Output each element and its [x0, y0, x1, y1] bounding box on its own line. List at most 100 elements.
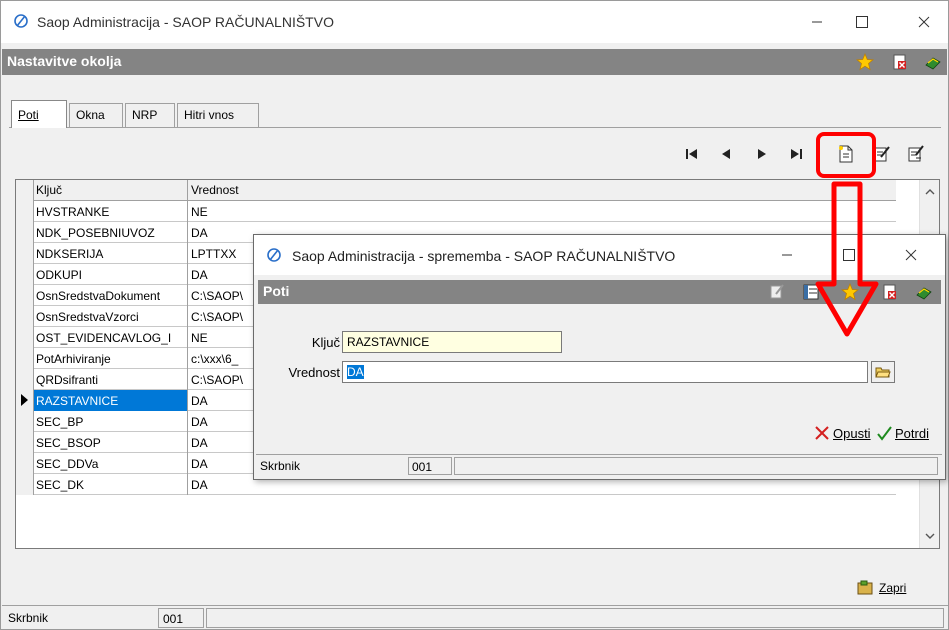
- status-empty-cell: [206, 608, 944, 628]
- close-icon: [918, 16, 930, 28]
- cell-value[interactable]: NE: [188, 201, 896, 222]
- current-row-icon: [21, 394, 28, 406]
- dialog-minimize-button[interactable]: [764, 235, 810, 275]
- cell-key[interactable]: RAZSTAVNICE: [34, 390, 188, 411]
- minimize-button[interactable]: [794, 1, 840, 43]
- section-header-title: Nastavitve okolja: [7, 53, 122, 69]
- red-arrow-annotation: [815, 181, 879, 337]
- tab-nrp[interactable]: NRP: [125, 103, 175, 127]
- cell-key[interactable]: SEC_BSOP: [34, 432, 188, 453]
- row-indicator[interactable]: [16, 369, 34, 390]
- row-indicator-header: [16, 180, 34, 201]
- dialog-status-code: 001: [408, 457, 452, 475]
- edit-pencil-icon: [908, 145, 924, 162]
- row-indicator[interactable]: [16, 411, 34, 432]
- column-header-key[interactable]: Ključ: [34, 180, 188, 201]
- cell-key[interactable]: QRDsifranti: [34, 369, 188, 390]
- cell-key[interactable]: SEC_BP: [34, 411, 188, 432]
- value-label: Vrednost: [288, 365, 340, 380]
- maximize-icon: [856, 16, 868, 28]
- table-row[interactable]: HVSTRANKE NE: [16, 201, 896, 222]
- row-indicator[interactable]: [16, 453, 34, 474]
- cell-key[interactable]: NDKSERIJA: [34, 243, 188, 264]
- cell-key[interactable]: OsnSredstvaDokument: [34, 285, 188, 306]
- grid-header-row: Ključ Vrednost: [16, 180, 896, 201]
- highlight-box: [816, 132, 876, 178]
- saop-logo-icon: [14, 14, 28, 28]
- status-user: Skrbnik: [8, 611, 49, 625]
- next-record-button[interactable]: [751, 143, 773, 165]
- browse-folder-button[interactable]: [871, 361, 895, 383]
- confirm-check-icon: [877, 426, 892, 441]
- tab-hitri-vnos[interactable]: Hitri vnos: [177, 103, 259, 127]
- key-label: Ključ: [311, 335, 340, 350]
- dialog-status-user: Skrbnik: [260, 459, 301, 473]
- close-form-button[interactable]: Zapri: [857, 578, 906, 598]
- column-header-value[interactable]: Vrednost: [188, 180, 896, 201]
- cell-key[interactable]: ODKUPI: [34, 264, 188, 285]
- cancel-x-icon: [815, 426, 829, 440]
- confirm-button[interactable]: Potrdi: [876, 425, 929, 441]
- next-record-icon: [758, 149, 766, 159]
- window-title: Saop Administracija - SAOP RAČUNALNIŠTVO: [37, 14, 334, 30]
- edit-disabled-icon[interactable]: [768, 283, 786, 301]
- dialog-section-title: Poti: [263, 283, 290, 299]
- dialog-title: Saop Administracija - sprememba - SAOP R…: [292, 248, 676, 264]
- row-indicator[interactable]: [16, 474, 34, 495]
- help-book-icon[interactable]: [915, 283, 933, 301]
- tab-nrp-label: NRP: [132, 108, 158, 122]
- row-indicator[interactable]: [16, 222, 34, 243]
- key-field[interactable]: RAZSTAVNICE: [342, 331, 562, 353]
- cell-key[interactable]: NDK_POSEBNIUVOZ: [34, 222, 188, 243]
- last-record-icon: [791, 149, 802, 159]
- cell-key[interactable]: PotArhiviranje: [34, 348, 188, 369]
- open-folder-icon: [875, 367, 891, 378]
- row-indicator[interactable]: [16, 327, 34, 348]
- value-field[interactable]: DA: [342, 361, 868, 383]
- cancel-button-label: Opusti: [833, 425, 871, 441]
- scroll-down-icon[interactable]: [920, 528, 940, 544]
- help-book-icon[interactable]: [924, 53, 942, 71]
- cancel-button[interactable]: Opusti: [814, 425, 871, 441]
- cell-key[interactable]: SEC_DK: [34, 474, 188, 495]
- cell-key[interactable]: SEC_DDVa: [34, 453, 188, 474]
- close-folder-icon: [857, 580, 873, 595]
- dialog-status-empty: [454, 457, 938, 475]
- exit-document-icon[interactable]: [881, 283, 899, 301]
- close-button[interactable]: [901, 1, 947, 43]
- scroll-up-icon[interactable]: [920, 184, 940, 200]
- tab-hitri-vnos-label: Hitri vnos: [184, 108, 235, 122]
- row-indicator[interactable]: [16, 285, 34, 306]
- favorite-star-icon[interactable]: [856, 53, 874, 71]
- row-indicator[interactable]: [16, 243, 34, 264]
- status-bar: Skrbnik 001: [2, 605, 948, 629]
- confirm-button-label: Potrdi: [895, 425, 929, 441]
- cell-key[interactable]: OST_EVIDENCAVLOG_I: [34, 327, 188, 348]
- row-indicator[interactable]: [16, 348, 34, 369]
- last-record-button[interactable]: [785, 143, 807, 165]
- previous-record-button[interactable]: [715, 143, 737, 165]
- row-indicator[interactable]: [16, 306, 34, 327]
- tab-okna[interactable]: Okna: [69, 103, 123, 127]
- close-form-label: Zapri: [879, 581, 907, 595]
- edit-record-alt-button[interactable]: [905, 143, 927, 165]
- previous-record-icon: [722, 149, 730, 159]
- section-header: Nastavitve okolja: [2, 49, 947, 75]
- tab-okna-label: Okna: [76, 108, 105, 122]
- maximize-button[interactable]: [839, 1, 885, 43]
- title-bar: Saop Administracija - SAOP RAČUNALNIŠTVO: [1, 1, 948, 43]
- exit-document-icon[interactable]: [891, 53, 909, 71]
- dialog-close-button[interactable]: [888, 235, 934, 275]
- first-record-button[interactable]: [681, 143, 703, 165]
- row-indicator[interactable]: [16, 390, 34, 411]
- cell-key[interactable]: HVSTRANKE: [34, 201, 188, 222]
- row-indicator[interactable]: [16, 201, 34, 222]
- row-indicator[interactable]: [16, 432, 34, 453]
- close-icon: [905, 249, 917, 261]
- tab-poti[interactable]: Poti: [11, 100, 67, 128]
- minimize-icon: [812, 21, 822, 23]
- first-record-icon: [686, 149, 697, 159]
- minimize-icon: [782, 254, 792, 256]
- cell-key[interactable]: OsnSredstvaVzorci: [34, 306, 188, 327]
- row-indicator[interactable]: [16, 264, 34, 285]
